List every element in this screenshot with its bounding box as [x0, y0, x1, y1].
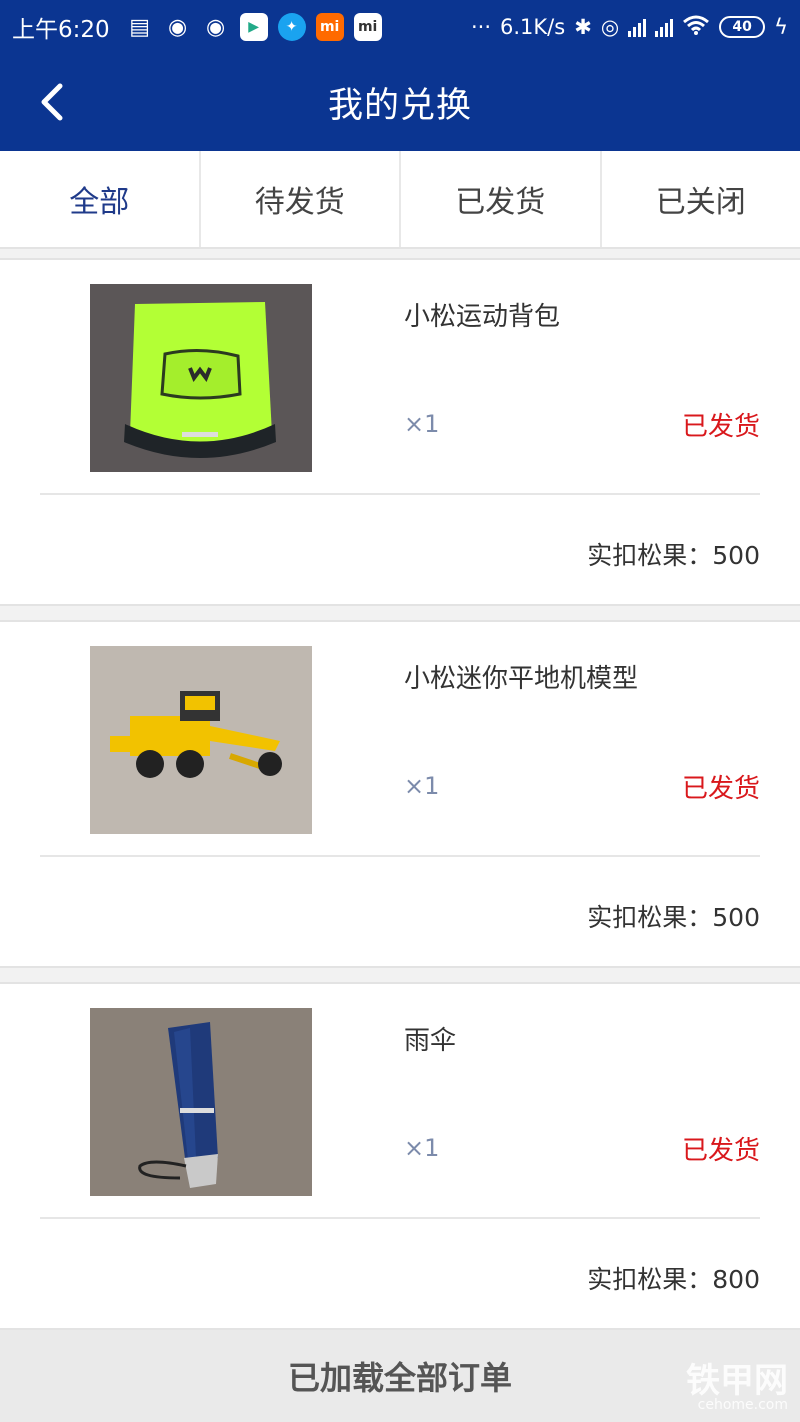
order-status: 已发货 [681, 774, 760, 804]
load-status-footer: 已加载全部订单 铁甲网 cehome.com [0, 1330, 800, 1422]
status-bar: 上午6:20 ▤ ◉ ◉ ▶ ✦ mi mi ··· 6.1K/s ✱ ◎ 40… [0, 0, 800, 54]
order-card[interactable]: 小松运动背包 ×1 已发货 实扣松果：500 [0, 258, 800, 606]
wifi-icon [682, 14, 710, 41]
tab-all[interactable]: 全部 [0, 151, 201, 247]
product-name: 小松运动背包 [404, 302, 561, 332]
signal-icon [628, 17, 647, 37]
product-quantity: ×1 [404, 772, 440, 800]
divider [40, 1217, 760, 1219]
all-orders-loaded-text: 已加载全部订单 [287, 1359, 512, 1397]
mi-app-icon: mi [315, 13, 344, 41]
product-image-grader-model [90, 646, 312, 834]
browser-icon: ✦ [277, 13, 306, 41]
product-image-umbrella [90, 1008, 312, 1196]
watermark-logo: 铁甲网 cehome.com [686, 1364, 788, 1412]
product-name: 小松迷你平地机模型 [404, 664, 639, 694]
page-title: 我的兑换 [327, 86, 472, 126]
mi-store-icon: mi [353, 13, 382, 41]
order-status: 已发货 [681, 412, 760, 442]
back-button[interactable] [30, 80, 74, 124]
divider [40, 493, 760, 495]
product-quantity: ×1 [404, 1134, 440, 1162]
watermark-main: 铁甲网 [686, 1361, 788, 1401]
battery-icon: 40 [719, 16, 766, 38]
product-name: 雨伞 [404, 1026, 457, 1056]
message-icon: ▤ [129, 14, 151, 40]
order-cost: 实扣松果：500 [587, 903, 760, 932]
order-card[interactable]: 雨伞 ×1 已发货 实扣松果：800 [0, 982, 800, 1330]
product-image-backpack [90, 284, 312, 472]
wechat-icon-2: ◉ [206, 14, 226, 40]
wechat-icon: ◉ [168, 14, 188, 40]
divider [40, 855, 760, 857]
more-icon: ··· [470, 15, 492, 39]
signal-icon-2 [655, 17, 674, 37]
order-status: 已发货 [681, 1136, 760, 1166]
order-cost: 实扣松果：500 [587, 541, 760, 570]
order-card[interactable]: 小松迷你平地机模型 ×1 已发货 实扣松果：500 [0, 620, 800, 968]
status-time: 上午6:20 [12, 17, 110, 43]
tab-bar: 全部 待发货 已发货 已关闭 [0, 151, 800, 249]
tab-closed[interactable]: 已关闭 [602, 151, 800, 247]
tab-shipped[interactable]: 已发货 [401, 151, 602, 247]
app-store-icon: ▶ [239, 13, 268, 41]
product-quantity: ×1 [404, 410, 440, 438]
charging-icon: ϟ [774, 15, 788, 39]
watermark-sub: cehome.com [697, 1397, 788, 1413]
app-header: 我的兑换 [0, 54, 800, 151]
chevron-left-icon [41, 83, 63, 121]
alarm-icon: ◎ [600, 15, 620, 39]
net-speed: 6.1K/s [500, 15, 566, 39]
tab-pending-shipment[interactable]: 待发货 [201, 151, 401, 247]
order-cost: 实扣松果：800 [587, 1265, 760, 1294]
bluetooth-icon: ✱ [574, 15, 592, 39]
